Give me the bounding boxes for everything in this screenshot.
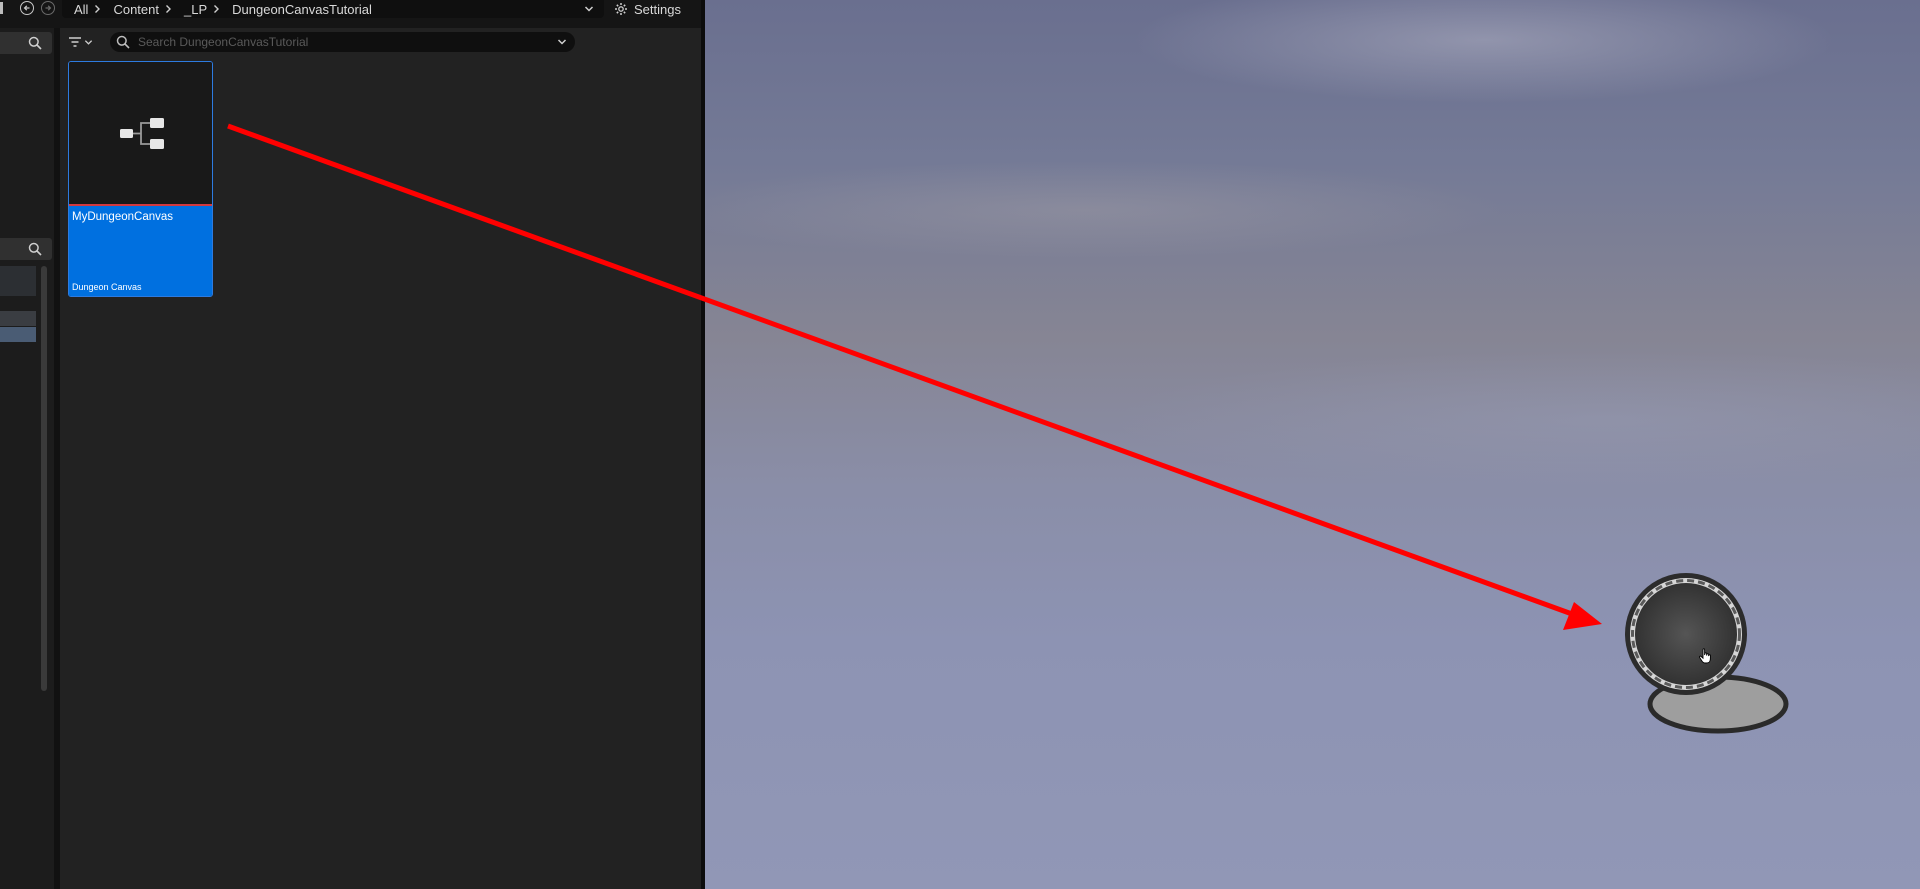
settings-button[interactable]: Settings: [614, 0, 704, 18]
chevron-down-icon: [84, 39, 93, 45]
search-icon: [116, 35, 130, 49]
tree-item-selected[interactable]: [0, 327, 36, 342]
back-button[interactable]: [20, 1, 34, 15]
search-icon[interactable]: [28, 36, 42, 50]
viewport-border: [701, 0, 705, 889]
filter-button[interactable]: [68, 34, 98, 50]
chevron-right-icon[interactable]: [213, 4, 220, 14]
asset-thumbnail: [69, 62, 212, 204]
settings-label: Settings: [634, 1, 681, 17]
asset-view: MyDungeonCanvas Dungeon Canvas: [60, 28, 701, 889]
chevron-right-icon[interactable]: [165, 4, 172, 14]
breadcrumb: All Content _LP DungeonCanvasTutorial: [62, 0, 604, 18]
collections-search-box[interactable]: [0, 238, 52, 260]
asset-search-box[interactable]: [110, 32, 575, 52]
breadcrumb-content[interactable]: Content: [101, 2, 165, 17]
breadcrumb-dungeoncanvastutorial[interactable]: DungeonCanvasTutorial: [220, 2, 378, 17]
search-icon[interactable]: [28, 242, 42, 256]
toolbar-edge: [0, 2, 3, 14]
sources-search-box[interactable]: [0, 32, 52, 54]
node-graph-icon: [120, 118, 164, 149]
tree-item[interactable]: [0, 311, 36, 326]
sources-panel: [0, 28, 54, 889]
asset-tile-mydungeoncanvas[interactable]: MyDungeonCanvas Dungeon Canvas: [68, 61, 213, 297]
breadcrumb-all[interactable]: All: [62, 2, 94, 17]
level-viewport[interactable]: [704, 0, 1920, 889]
forward-button[interactable]: [41, 1, 55, 15]
circle-arrow-left-icon: [23, 5, 30, 11]
asset-info: MyDungeonCanvas Dungeon Canvas: [69, 206, 212, 296]
content-browser: All Content _LP DungeonCanvasTutorial Se…: [0, 0, 704, 889]
tree-item[interactable]: [0, 266, 36, 296]
circle-arrow-right-icon: [45, 5, 52, 11]
gear-icon: [615, 3, 627, 15]
chevron-down-icon[interactable]: [584, 4, 594, 14]
chevron-down-icon[interactable]: [557, 37, 567, 47]
asset-type: Dungeon Canvas: [72, 282, 142, 292]
scrollbar[interactable]: [41, 266, 47, 691]
filter-icon: [69, 37, 81, 47]
hand-pointer-icon: [1699, 648, 1711, 664]
chevron-right-icon[interactable]: [94, 4, 101, 14]
asset-name: MyDungeonCanvas: [72, 211, 174, 223]
search-input[interactable]: [136, 34, 560, 50]
breadcrumb-lp[interactable]: _LP: [172, 2, 213, 17]
content-browser-toolbar: All Content _LP DungeonCanvasTutorial Se…: [0, 0, 704, 18]
